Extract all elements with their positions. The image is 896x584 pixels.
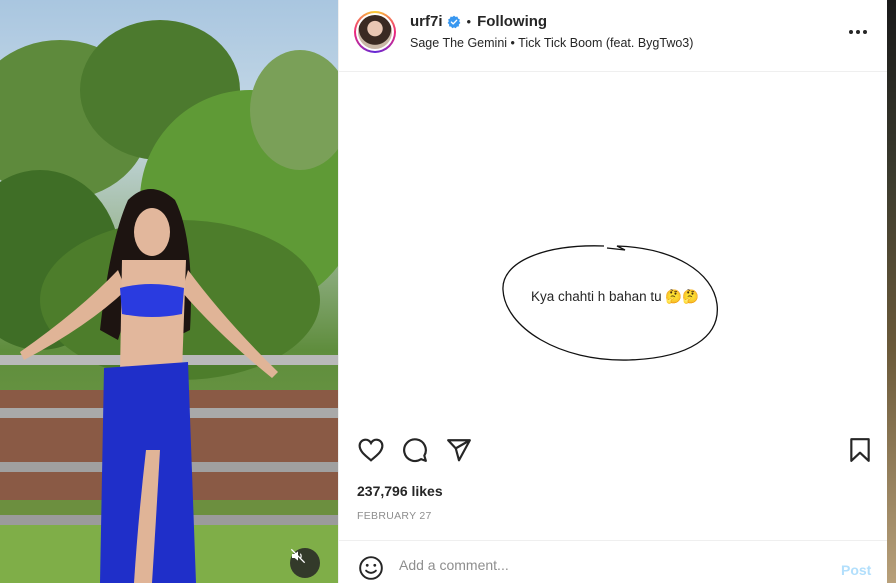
emoji-smiley-icon — [358, 555, 384, 581]
user-row: urf7i • Following — [410, 13, 547, 30]
paper-plane-icon — [446, 438, 472, 462]
video-frame — [0, 20, 338, 583]
separator-dot: • — [466, 14, 472, 29]
comment-input[interactable] — [399, 557, 799, 573]
save-button[interactable] — [845, 435, 875, 465]
avatar-story-ring[interactable] — [354, 11, 396, 53]
background-page-edge — [887, 0, 896, 583]
like-button[interactable] — [356, 435, 386, 465]
likes-count[interactable]: 237,796 likes — [357, 483, 443, 499]
emoji-button[interactable] — [357, 554, 385, 582]
verified-badge-icon — [447, 15, 461, 29]
action-bar — [339, 430, 888, 470]
comments-list: Kya chahti h bahan tu 🤔🤔 — [339, 72, 888, 417]
post-video[interactable] — [0, 0, 338, 583]
comment-text: Kya chahti h bahan tu 🤔🤔 — [531, 289, 699, 304]
heart-icon — [358, 438, 384, 462]
comment-button[interactable] — [400, 435, 430, 465]
share-button[interactable] — [444, 435, 474, 465]
post-details-panel: urf7i • Following Sage The Gemini • Tick… — [338, 0, 888, 583]
username-link[interactable]: urf7i — [410, 13, 443, 30]
audio-track-link[interactable]: Sage The Gemini • Tick Tick Boom (feat. … — [410, 36, 693, 50]
post-date[interactable]: FEBRUARY 27 — [357, 510, 432, 522]
avatar[interactable] — [358, 15, 392, 49]
bookmark-icon — [849, 437, 871, 463]
post-header: urf7i • Following Sage The Gemini • Tick… — [339, 0, 888, 72]
comment-bubble-icon — [402, 437, 428, 463]
add-comment-bar: Post — [339, 540, 888, 584]
more-options-icon — [848, 29, 868, 35]
mute-toggle-button[interactable] — [290, 548, 320, 578]
post-comment-button[interactable]: Post — [841, 562, 871, 578]
more-options-button[interactable] — [845, 22, 871, 42]
following-button[interactable]: Following — [477, 13, 547, 30]
